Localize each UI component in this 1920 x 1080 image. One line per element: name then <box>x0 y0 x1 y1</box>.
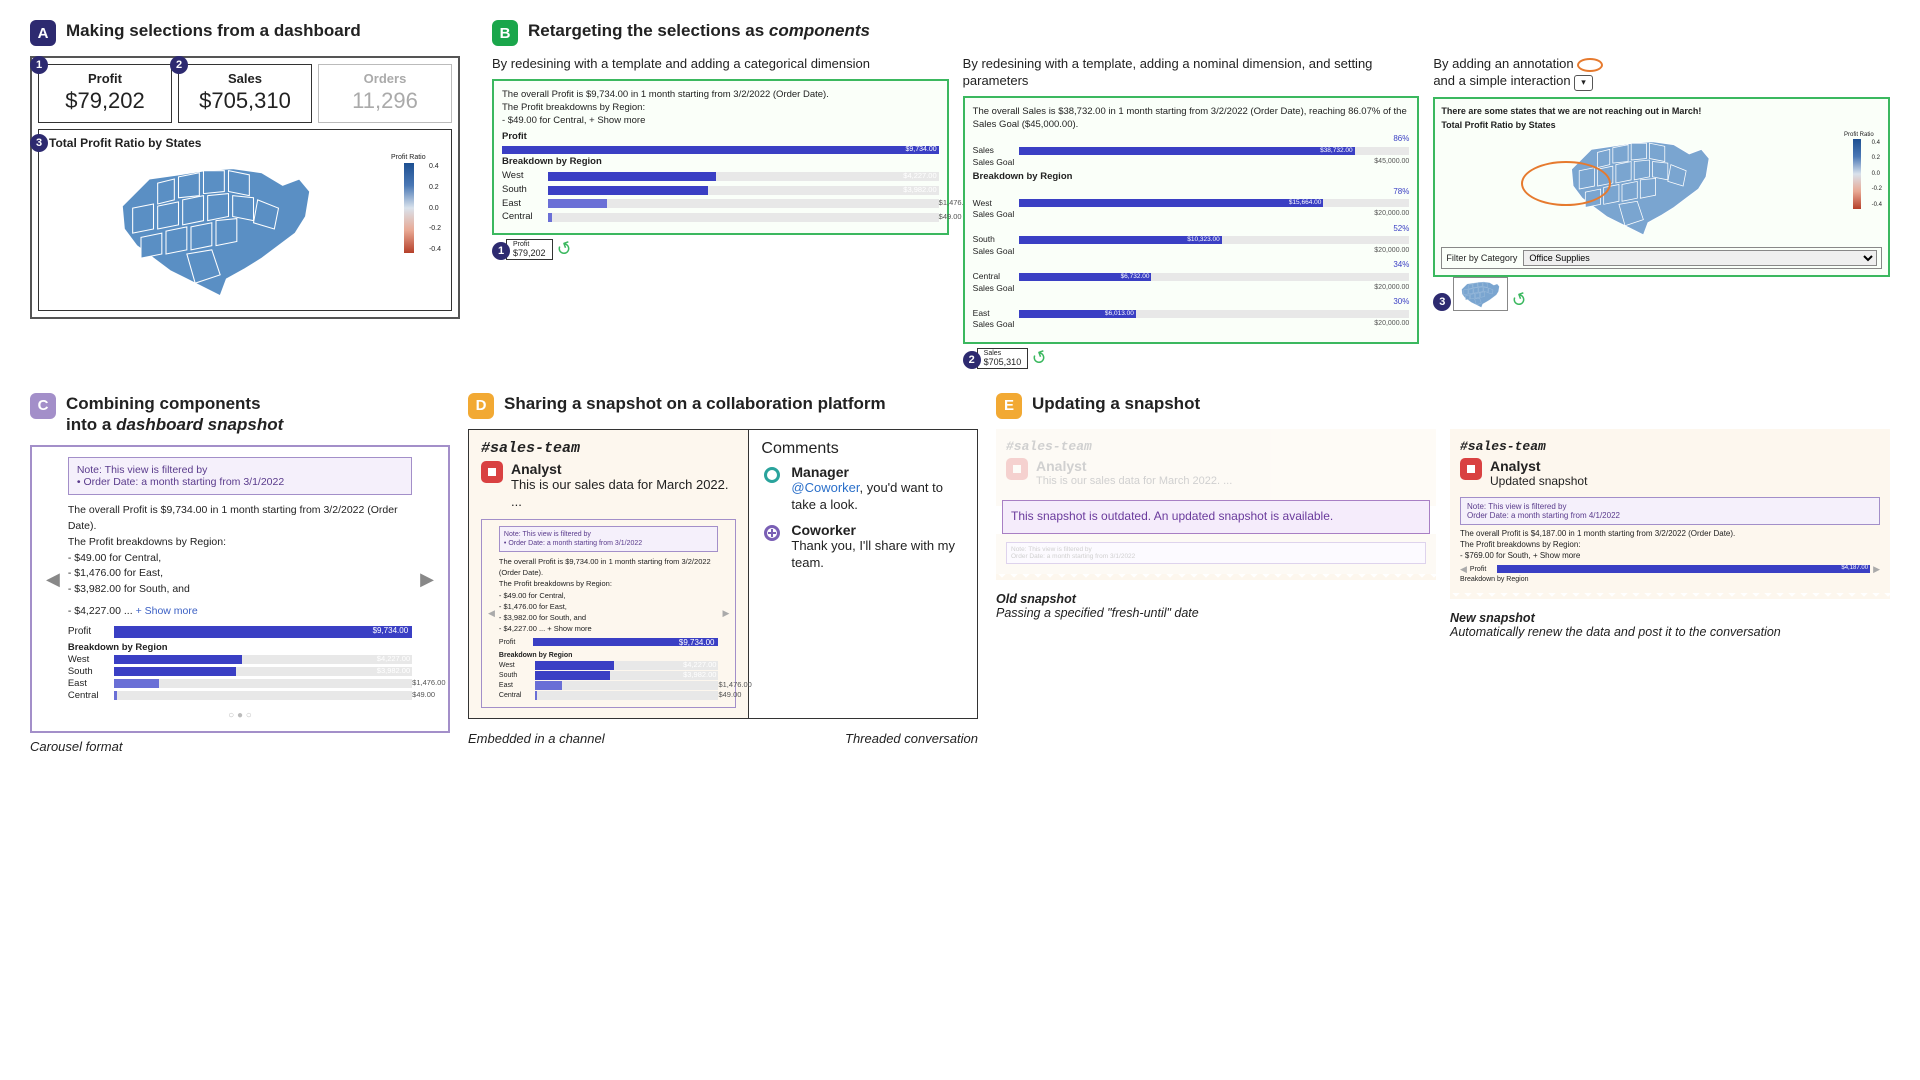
badge-d: D <box>468 393 494 419</box>
b1-subtitle: By redesining with a template and adding… <box>492 56 949 73</box>
channel-name[interactable]: #sales-team <box>481 440 736 457</box>
b3-component[interactable]: There are some states that we are not re… <box>1433 97 1890 277</box>
annotation-ellipse[interactable] <box>1521 161 1611 206</box>
title-e: Updating a snapshot <box>1032 393 1200 414</box>
channel-pane: #sales-team AnalystThis is our sales dat… <box>469 430 748 718</box>
sales-chip[interactable]: Sales$705,310 <box>977 348 1029 369</box>
analyst-avatar-icon <box>1006 458 1028 480</box>
annotation-ellipse-icon <box>1577 58 1603 72</box>
comments-pane: Comments Manager@Coworker, you'd want to… <box>748 430 977 718</box>
caption-c: Carousel format <box>30 739 450 754</box>
selection-dot-2b: 2 <box>963 351 981 369</box>
annotated-map[interactable] <box>1441 131 1840 241</box>
embedded-snapshot[interactable]: ◀ Note: This view is filtered byOrder Da… <box>481 519 736 709</box>
mini-prev-icon[interactable]: ◀ <box>488 608 495 620</box>
breakdown-row: South$3,982.00 <box>68 666 412 677</box>
map-chip[interactable] <box>1453 277 1508 311</box>
region-sales-row: 78%West$15,664.00Sales Goal$20,000.00 <box>973 187 1410 221</box>
profit-narrative: The overall Profit is $9,734.00 in 1 mon… <box>68 503 412 598</box>
manager-avatar-icon[interactable] <box>761 464 783 486</box>
breakdown-row: Central$49.00 <box>502 211 939 224</box>
b2-component[interactable]: The overall Sales is $38,732.00 in 1 mon… <box>963 96 1420 344</box>
title-b: Retargeting the selections as components <box>528 20 870 41</box>
badge-a: A <box>30 20 56 46</box>
b3-subtitle: By adding an annotation and a simple int… <box>1433 56 1890 91</box>
carousel-next-icon[interactable]: ▶ <box>420 569 434 590</box>
category-select[interactable]: Office Supplies <box>1523 250 1877 266</box>
outdated-banner[interactable]: This snapshot is outdated. An updated sn… <box>1002 500 1430 534</box>
map-card[interactable]: 3 Total Profit Ratio by States Profit Ra… <box>38 129 452 311</box>
coworker-avatar-icon[interactable] <box>761 522 783 544</box>
kpi-sales[interactable]: 2Sales$705,310 <box>178 64 312 123</box>
analyst-avatar-icon[interactable] <box>481 461 503 483</box>
retarget-arrow-icon: ↺ <box>1509 288 1530 313</box>
selection-dot: 2 <box>170 56 188 74</box>
title-a: Making selections from a dashboard <box>66 20 361 41</box>
mention-link[interactable]: @Coworker <box>791 480 859 495</box>
us-map[interactable] <box>49 154 383 304</box>
b-col1: By redesining with a template and adding… <box>492 56 949 369</box>
dashboard-panel: 1Profit$79,2022Sales$705,310Orders11,296… <box>30 56 460 319</box>
carousel-prev-icon[interactable]: ◀ <box>46 569 60 590</box>
retarget-arrow-icon: ↺ <box>1029 346 1050 371</box>
breakdown-row: South$3,982.00 <box>502 184 939 197</box>
breakdown-row: West$4,227.00 <box>502 170 939 183</box>
map-legend: Profit Ratio 0.40.20.0-0.2-0.4 <box>391 154 441 253</box>
new-snapshot[interactable]: #sales-team AnalystUpdated snapshot Note… <box>1450 429 1890 593</box>
profit-chip[interactable]: Profit$79,202 <box>506 239 553 260</box>
section-a: A Making selections from a dashboard 1Pr… <box>30 20 460 369</box>
selection-dot-3b: 3 <box>1433 293 1451 311</box>
breakdown-row: East$1,476.00 <box>499 681 719 690</box>
old-snapshot: #sales-team AnalystThis is our sales dat… <box>996 429 1436 506</box>
b-col2: By redesining with a template, adding a … <box>963 56 1420 369</box>
carousel-snapshot: ◀ Note: This view is filtered by Order D… <box>30 445 450 732</box>
analyst-avatar-icon[interactable] <box>1460 458 1482 480</box>
selection-dot: 1 <box>30 56 48 74</box>
title-c: Combining componentsinto a dashboard sna… <box>66 393 283 436</box>
section-b: B Retargeting the selections as componen… <box>492 20 1890 369</box>
b2-subtitle: By redesining with a template, adding a … <box>963 56 1420 90</box>
carousel-dots[interactable]: ○ ● ○ <box>46 710 434 721</box>
selection-dot-3: 3 <box>30 134 48 152</box>
mini-next-icon[interactable]: ▶ <box>722 608 729 620</box>
breakdown-row: West$4,227.00 <box>68 654 412 665</box>
b-col3: By adding an annotation and a simple int… <box>1433 56 1890 369</box>
breakdown-row: East$1,476.00 <box>68 678 412 689</box>
title-d: Sharing a snapshot on a collaboration pl… <box>504 393 886 414</box>
kpi-profit[interactable]: 1Profit$79,202 <box>38 64 172 123</box>
region-sales-row: 30%East$6,013.00Sales Goal$20,000.00 <box>973 297 1410 331</box>
badge-c: C <box>30 393 56 419</box>
badge-b: B <box>492 20 518 46</box>
section-c: C Combining componentsinto a dashboard s… <box>30 393 450 754</box>
map-title: Total Profit Ratio by States <box>49 136 441 150</box>
region-sales-row: 34%Central$6,732.00Sales Goal$20,000.00 <box>973 260 1410 294</box>
show-more-link[interactable]: + Show more <box>136 605 198 617</box>
map-legend-b3: Profit Ratio 0.40.20.0-0.2-0.4 <box>1844 131 1882 241</box>
dropdown-icon: ▾ <box>1574 75 1593 91</box>
caption-d-right: Threaded conversation <box>845 731 978 746</box>
comments-header: Comments <box>761 440 965 458</box>
region-sales-row: 52%South$10,323.00Sales Goal$20,000.00 <box>973 224 1410 258</box>
badge-e: E <box>996 393 1022 419</box>
section-e: E Updating a snapshot #sales-team Analys… <box>996 393 1890 754</box>
category-filter[interactable]: Filter by Category Office Supplies <box>1441 247 1882 269</box>
breakdown-row: East$1,476.00 <box>502 198 939 211</box>
section-d: D Sharing a snapshot on a collaboration … <box>468 393 978 754</box>
retarget-arrow-icon: ↺ <box>553 237 574 262</box>
b1-component[interactable]: The overall Profit is $9,734.00 in 1 mon… <box>492 79 949 235</box>
kpi-orders: Orders11,296 <box>318 64 452 123</box>
filter-note: Note: This view is filtered by Order Dat… <box>68 457 412 495</box>
breakdown-row: Central$49.00 <box>499 691 719 700</box>
breakdown-row: South$3,982.00 <box>499 671 719 680</box>
breakdown-row: West$4,227.00 <box>499 661 719 670</box>
breakdown-row: Central$49.00 <box>68 690 412 701</box>
caption-d-left: Embedded in a channel <box>468 731 605 746</box>
